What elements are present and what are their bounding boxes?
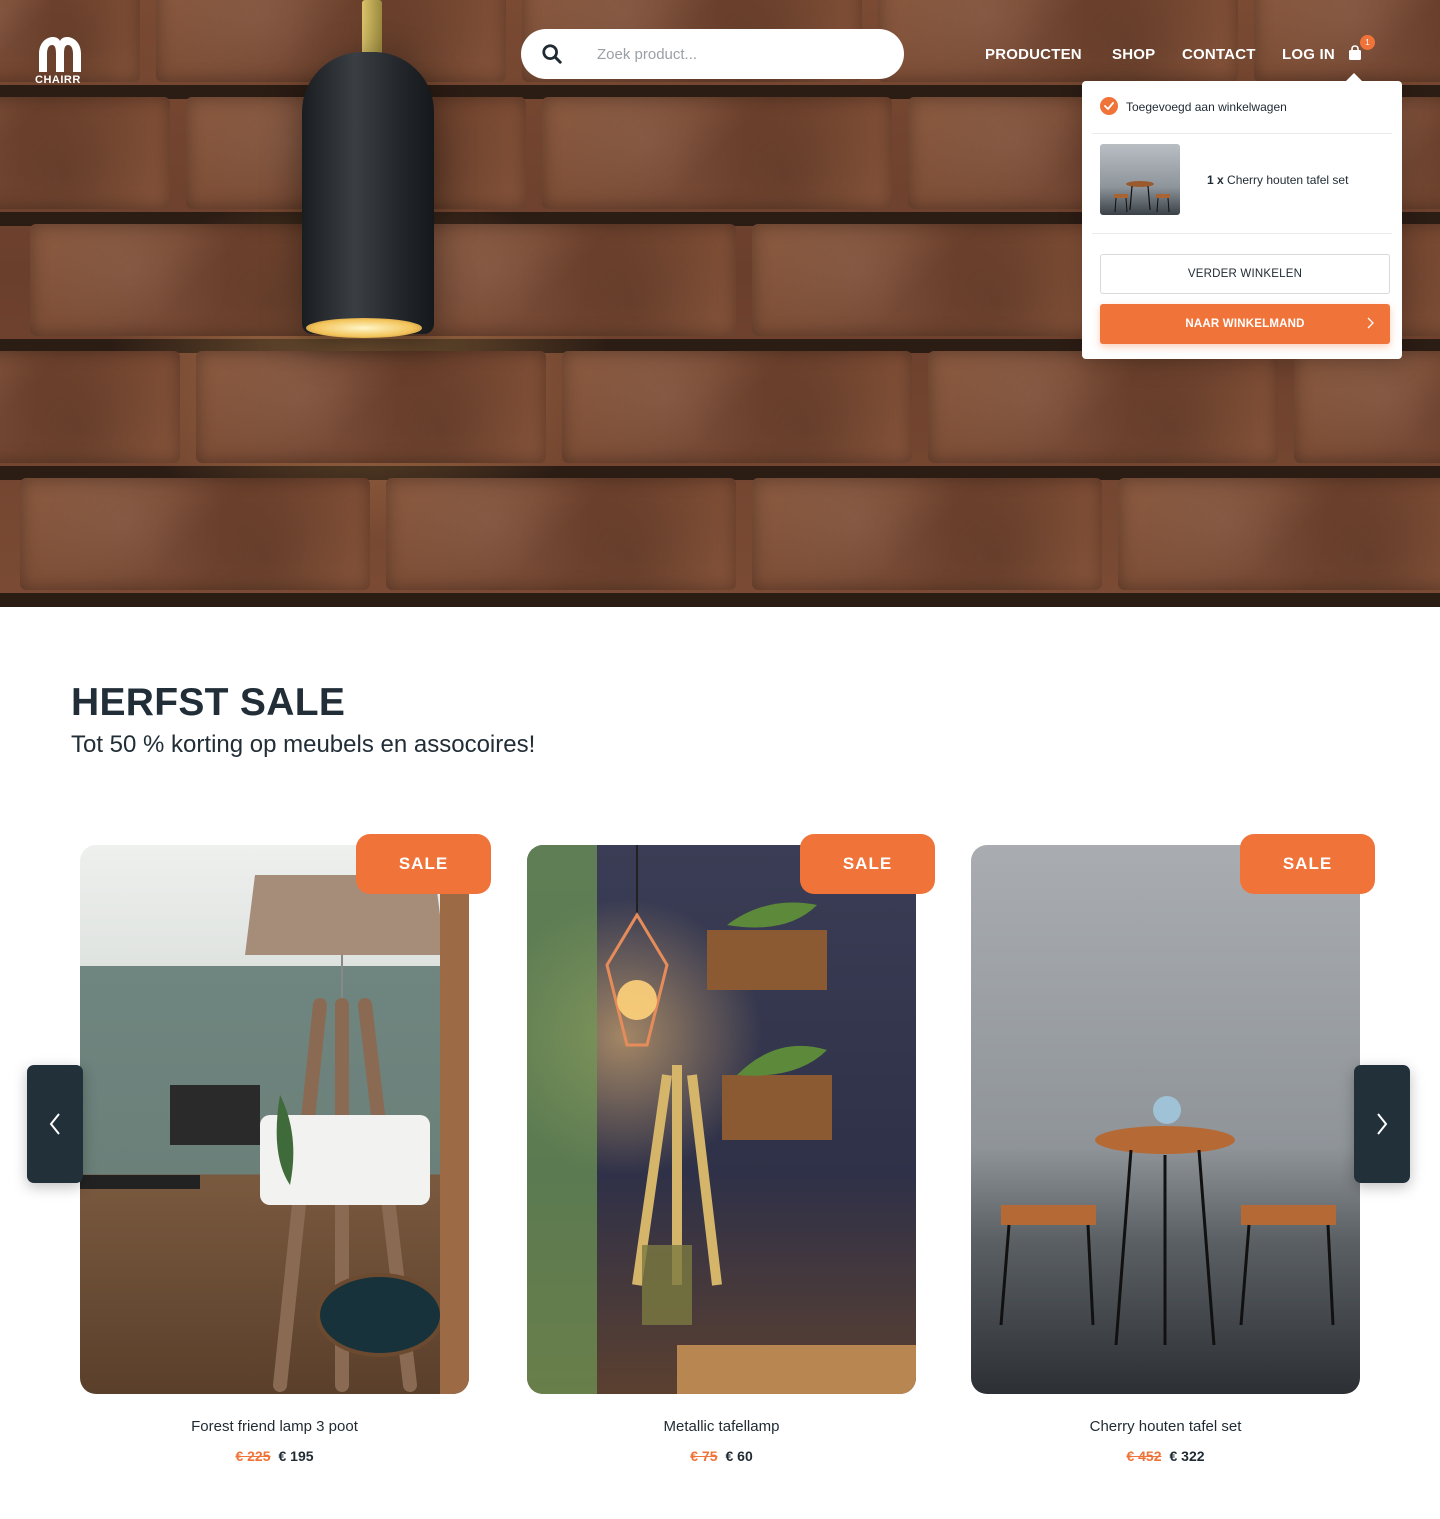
- product-price: € 452 € 322: [971, 1448, 1360, 1464]
- nav-item-contact[interactable]: CONTACT: [1182, 46, 1256, 63]
- brick-row: [20, 478, 1440, 590]
- cart-item-label: 1 x Cherry houten tafel set: [1207, 173, 1348, 187]
- product-name[interactable]: Forest friend lamp 3 poot: [80, 1418, 469, 1435]
- check-icon: [1100, 97, 1118, 115]
- sale-title: HERFST SALE: [71, 681, 346, 724]
- cart-count-badge: 1: [1360, 35, 1375, 50]
- old-price: € 225: [235, 1448, 271, 1464]
- product-card[interactable]: SALE Cherry houten tafel set € 452 € 322: [971, 834, 1391, 1474]
- cart-item-thumbnail: [1100, 144, 1180, 215]
- product-price: € 225 € 195: [80, 1448, 469, 1464]
- product-image[interactable]: [971, 845, 1360, 1394]
- product-price: € 75 € 60: [527, 1448, 916, 1464]
- old-price: € 452: [1126, 1448, 1162, 1464]
- nav-item-producten[interactable]: PRODUCTEN: [985, 46, 1082, 63]
- product-name[interactable]: Cherry houten tafel set: [971, 1418, 1360, 1435]
- product-image[interactable]: [80, 845, 469, 1394]
- cart-item-name: Cherry houten tafel set: [1227, 173, 1349, 187]
- sale-badge: SALE: [356, 834, 491, 894]
- chevron-left-icon: [49, 1113, 60, 1135]
- search-icon[interactable]: [541, 43, 563, 65]
- product-name[interactable]: Metallic tafellamp: [527, 1418, 916, 1435]
- product-card[interactable]: SALE Metallic tafellamp € 75 € 60: [527, 834, 947, 1474]
- chevron-right-icon: [1367, 317, 1374, 329]
- chevron-right-icon: [1377, 1113, 1388, 1135]
- search-bar[interactable]: [521, 29, 904, 79]
- brand-name: CHAIRR: [35, 74, 81, 86]
- divider: [1092, 133, 1392, 134]
- cart-icon[interactable]: [1347, 45, 1363, 61]
- old-price: € 75: [690, 1448, 718, 1464]
- search-input[interactable]: [597, 41, 887, 67]
- lamp-glow: [306, 318, 422, 338]
- sale-badge: SALE: [800, 834, 935, 894]
- new-price: € 195: [278, 1448, 314, 1464]
- sale-subtitle: Tot 50 % korting op meubels en assocoire…: [71, 731, 536, 758]
- divider: [1092, 233, 1392, 234]
- logo-icon: [39, 37, 81, 72]
- sale-badge: SALE: [1240, 834, 1375, 894]
- product-image[interactable]: [527, 845, 916, 1394]
- added-to-cart-message: Toegevoegd aan winkelwagen: [1126, 100, 1287, 114]
- brick-row: [0, 351, 1440, 463]
- brand-logo[interactable]: CHAIRR: [35, 36, 85, 86]
- lamp-cord: [362, 0, 382, 60]
- go-to-cart-button[interactable]: NAAR WINKELMAND: [1100, 304, 1390, 344]
- product-card[interactable]: SALE Forest friend lamp 3 poot € 225 € 19…: [80, 834, 500, 1474]
- cart-popup: Toegevoegd aan winkelwagen 1 x Cherry ho…: [1082, 73, 1402, 359]
- new-price: € 60: [725, 1448, 753, 1464]
- continue-shopping-button[interactable]: VERDER WINKELEN: [1100, 254, 1390, 294]
- carousel-prev-button[interactable]: [27, 1065, 83, 1183]
- nav-item-shop[interactable]: SHOP: [1112, 46, 1155, 63]
- go-to-cart-label: NAAR WINKELMAND: [1185, 318, 1305, 330]
- new-price: € 322: [1169, 1448, 1205, 1464]
- wall-lamp: [302, 52, 434, 334]
- cart-item-qty: 1 x: [1207, 173, 1224, 187]
- nav-item-login[interactable]: LOG IN: [1282, 46, 1335, 63]
- carousel-next-button[interactable]: [1354, 1065, 1410, 1183]
